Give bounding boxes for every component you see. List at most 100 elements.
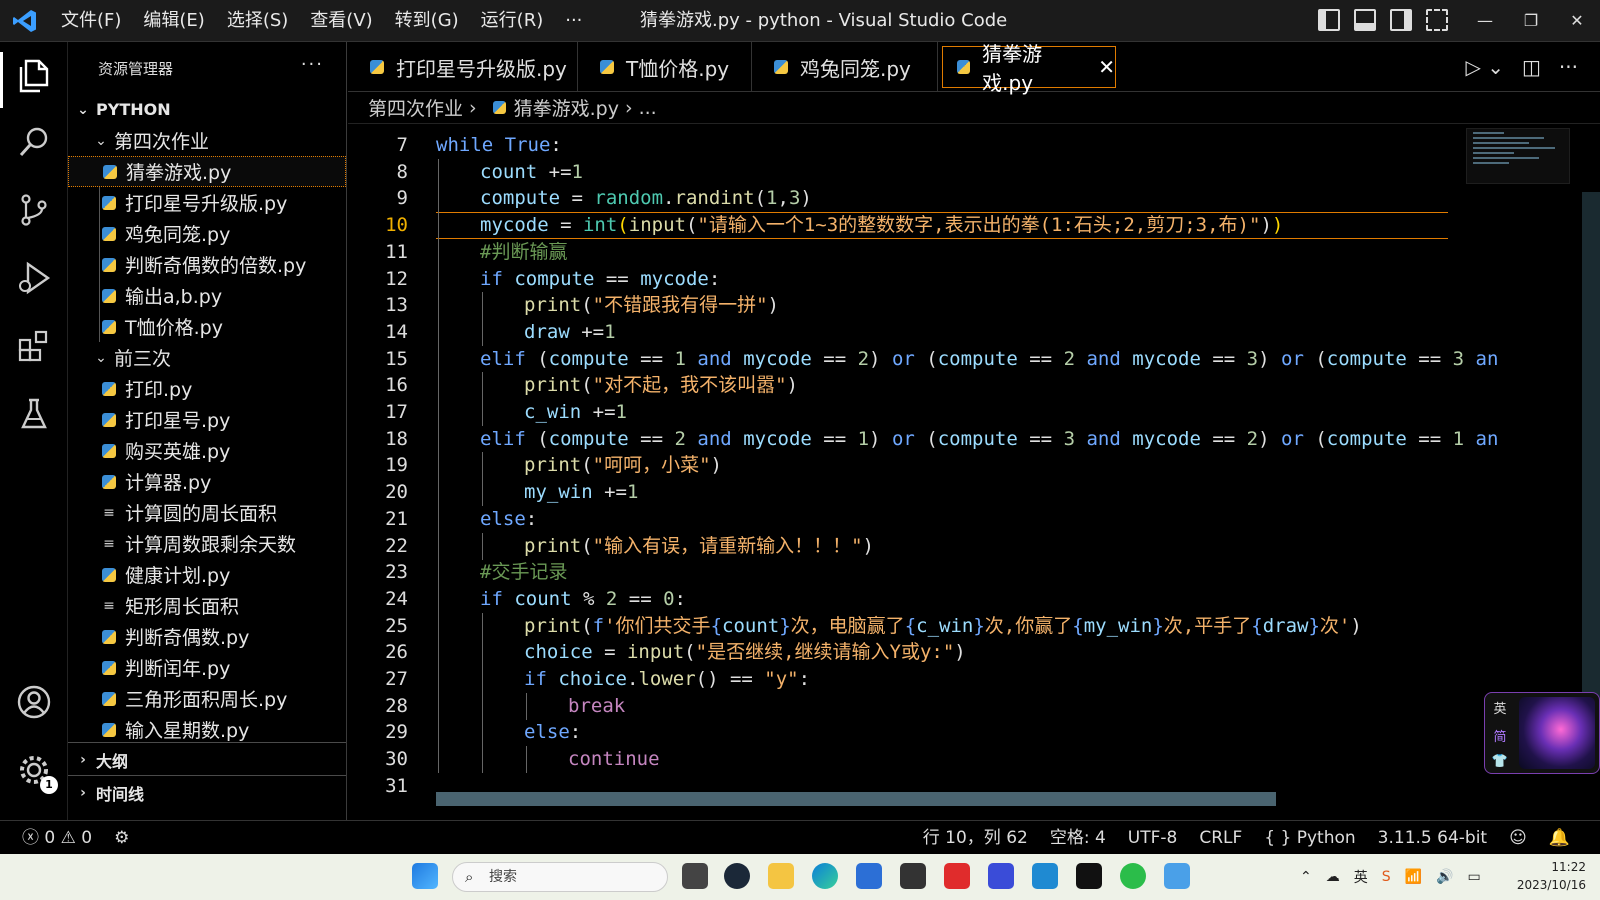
file-item[interactable]: 鸡兔同笼.py [68, 218, 346, 249]
run-file-icon[interactable]: ▷ ⌄ [1466, 55, 1505, 79]
cursor-position[interactable]: 行 10，列 62 [923, 821, 1028, 855]
breadcrumb-file[interactable]: 猜拳游戏.py [514, 94, 619, 121]
debug-icon[interactable]: ⚙ [114, 821, 129, 855]
code-line[interactable]: 13 print("不错跟我有得一拼") [348, 292, 1488, 320]
file-item[interactable]: 判断奇偶数的倍数.py [68, 249, 346, 280]
file-item[interactable]: 猜拳游戏.py [68, 156, 346, 187]
tray-lang[interactable]: 英 [1354, 867, 1368, 887]
customize-layout-icon[interactable] [1426, 9, 1448, 31]
code-line[interactable]: 20 my_win +=1 [348, 479, 1488, 507]
settings-icon[interactable]: 1 [14, 750, 58, 794]
close-window-button[interactable]: ✕ [1554, 0, 1600, 42]
tab-item[interactable]: 打印星号升级版.py [348, 42, 578, 92]
toggle-secondary-sidebar-icon[interactable] [1390, 9, 1412, 31]
file-item[interactable]: ≡ 计算周数跟剩余天数 [68, 528, 346, 559]
notepad-icon[interactable] [1164, 863, 1190, 889]
testing-icon[interactable] [14, 394, 54, 434]
vertical-scrollbar[interactable] [1582, 192, 1600, 752]
horizontal-scrollbar[interactable] [436, 792, 1276, 806]
ime-mode-toggle[interactable]: 简 [1493, 726, 1506, 745]
file-item[interactable]: 购买英雄.py [68, 435, 346, 466]
code-line[interactable]: 21 else: [348, 505, 1488, 533]
file-item[interactable]: 三角形面积周长.py [68, 683, 346, 714]
vscode-taskbar-icon[interactable] [1032, 863, 1058, 889]
code-line[interactable]: 12 if compute == mycode: [348, 265, 1488, 293]
netease-music-icon[interactable] [944, 863, 970, 889]
code-line[interactable]: 11 #判断输赢 [348, 238, 1488, 266]
tab-item[interactable]: 鸡兔同笼.py [752, 42, 938, 92]
code-line[interactable]: 18 elif (compute == 2 and mycode == 1) or… [348, 425, 1498, 453]
chevron-up-icon[interactable]: ⌃ [1300, 869, 1312, 885]
app-icon[interactable] [900, 863, 926, 889]
task-view-icon[interactable] [682, 863, 708, 889]
menu-more[interactable]: ··· [554, 0, 593, 42]
account-icon[interactable] [14, 682, 54, 722]
toggle-sidebar-icon[interactable] [1318, 9, 1340, 31]
code-line[interactable]: 10 mycode = int(input("请输入一个1~3的整数数字,表示出的… [348, 212, 1488, 240]
search-icon[interactable] [14, 122, 54, 162]
folder-item[interactable]: ⌄ 前三次 [68, 342, 346, 373]
code-line[interactable]: 24 if count % 2 == 0: [348, 585, 1488, 613]
file-item[interactable]: 判断闰年.py [68, 652, 346, 683]
ime-widget[interactable]: 英 简 👕 [1484, 692, 1600, 774]
timeline-section[interactable]: › 时间线 [68, 777, 346, 808]
run-debug-icon[interactable] [14, 258, 54, 298]
menu-selection[interactable]: 选择(S) [216, 0, 299, 42]
encoding[interactable]: UTF-8 [1128, 821, 1178, 855]
code-line[interactable]: 22 print("输入有误，请重新输入！！！") [348, 532, 1488, 560]
source-control-icon[interactable] [14, 190, 54, 230]
code-line[interactable]: 17 c_win +=1 [348, 399, 1488, 426]
menu-run[interactable]: 运行(R) [470, 0, 555, 42]
file-item[interactable]: 判断奇偶数.py [68, 621, 346, 652]
restore-button[interactable]: ❐ [1508, 0, 1554, 42]
explorer-icon[interactable] [14, 56, 54, 96]
file-item[interactable]: ≡ 矩形周长面积 [68, 590, 346, 621]
edge-browser-icon[interactable] [812, 863, 838, 889]
file-item[interactable]: 打印.py [68, 373, 346, 404]
code-line[interactable]: 30 continue [348, 746, 1488, 774]
language-mode[interactable]: { } Python [1264, 821, 1355, 855]
extensions-icon[interactable] [14, 326, 54, 366]
app-tray-icon[interactable]: S [1382, 869, 1391, 885]
app-icon[interactable] [988, 863, 1014, 889]
menu-edit[interactable]: 编辑(E) [132, 0, 215, 42]
code-line[interactable]: 29 else: [348, 719, 1488, 747]
problems-indicator[interactable]: ⓧ 0 ⚠ 0 [22, 821, 92, 855]
code-editor[interactable]: 7 while True: 8 count +=1 9 compute = random.… [348, 124, 1600, 820]
file-item[interactable]: 计算器.py [68, 466, 346, 497]
breadcrumb-folder[interactable]: 第四次作业 [368, 94, 463, 121]
more-actions-icon[interactable]: ··· [301, 54, 324, 75]
file-item[interactable]: 打印星号.py [68, 404, 346, 435]
wechat-icon[interactable] [1120, 863, 1146, 889]
file-item[interactable]: 打印星号升级版.py [68, 187, 346, 218]
file-item[interactable]: 健康计划.py [68, 559, 346, 590]
code-line[interactable]: 25 print(f'你们共交手{count}次，电脑赢了{c_win}次,你赢了… [348, 612, 1488, 640]
store-icon[interactable] [856, 863, 882, 889]
code-line[interactable]: 19 print("呵呵，小菜") [348, 452, 1488, 480]
notifications-icon[interactable]: 🔔 [1549, 821, 1570, 855]
feedback-icon[interactable]: ☺ [1509, 821, 1527, 855]
code-line[interactable]: 23 #交手记录 [348, 559, 1488, 587]
tab-item-active[interactable]: 猜拳游戏.py ✕ [942, 42, 1116, 95]
taskbar-search[interactable]: ⌕ 搜索 [452, 862, 668, 892]
more-actions-icon[interactable]: ··· [1559, 55, 1578, 79]
volume-icon[interactable]: 🔊 [1436, 869, 1453, 885]
close-tab-icon[interactable]: ✕ [1098, 55, 1115, 79]
cloud-icon[interactable]: ☁ [1326, 869, 1340, 885]
menu-view[interactable]: 查看(V) [299, 0, 383, 42]
toggle-panel-icon[interactable] [1354, 9, 1376, 31]
windows-start-icon[interactable] [412, 863, 438, 889]
code-line[interactable]: 26 choice = input("是否继续,继续请输入Y或y:") [348, 639, 1488, 667]
code-line[interactable]: 27 if choice.lower() == "y": [348, 666, 1488, 693]
minimize-button[interactable]: — [1462, 0, 1508, 42]
code-line[interactable]: 15 elif (compute == 1 and mycode == 2) or… [348, 345, 1498, 373]
ime-skin-icon[interactable]: 👕 [1492, 754, 1508, 769]
code-line[interactable]: 9 compute = random.randint(1,3) [348, 185, 1488, 213]
menu-go[interactable]: 转到(G) [384, 0, 470, 42]
file-item[interactable]: ≡ 计算圆的周长面积 [68, 497, 346, 528]
file-item[interactable]: 输出a,b.py [68, 280, 346, 311]
tiktok-icon[interactable] [1076, 863, 1102, 889]
tab-item[interactable]: T恤价格.py [578, 42, 752, 92]
minimap[interactable] [1466, 128, 1570, 184]
folder-item[interactable]: ⌄ 第四次作业 [68, 125, 346, 156]
